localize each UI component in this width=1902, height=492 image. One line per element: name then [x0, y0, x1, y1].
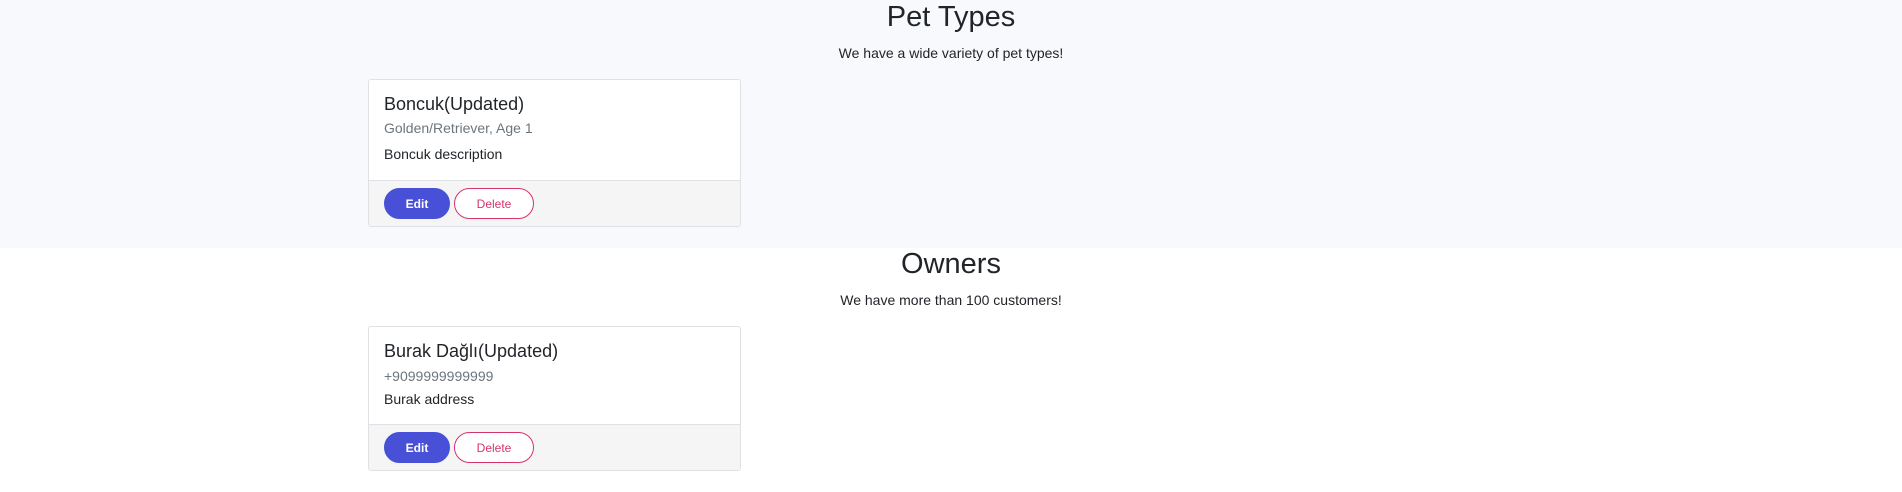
- pet-card: Boncuk(Updated) Golden/Retriever, Age 1 …: [368, 79, 741, 227]
- owners-section: Owners We have more than 100 customers! …: [0, 248, 1902, 492]
- pet-card-subtitle: Golden/Retriever, Age 1: [384, 120, 533, 136]
- edit-pet-button[interactable]: Edit: [384, 188, 450, 219]
- edit-owner-button[interactable]: Edit: [384, 432, 450, 463]
- pet-types-section: Pet Types We have a wide variety of pet …: [0, 0, 1902, 248]
- owner-card-phone: +9099999999999: [384, 368, 494, 384]
- owners-subtitle: We have more than 100 customers!: [840, 292, 1062, 308]
- pet-card-footer: Edit Delete: [369, 180, 740, 226]
- pet-types-title: Pet Types: [886, 1, 1016, 33]
- owner-card-address: Burak address: [384, 391, 475, 407]
- delete-pet-button[interactable]: Delete: [454, 188, 534, 219]
- owner-card-title: Burak Dağlı(Updated): [384, 341, 559, 361]
- owner-card: Burak Dağlı(Updated) +9099999999999 Bura…: [368, 326, 741, 471]
- owner-card-footer: Edit Delete: [369, 424, 740, 470]
- pet-card-title: Boncuk(Updated): [384, 94, 525, 114]
- owners-title: Owners: [901, 248, 1001, 280]
- pet-card-description: Boncuk description: [384, 146, 503, 162]
- pet-types-subtitle: We have a wide variety of pet types!: [838, 45, 1064, 61]
- delete-owner-button[interactable]: Delete: [454, 432, 534, 463]
